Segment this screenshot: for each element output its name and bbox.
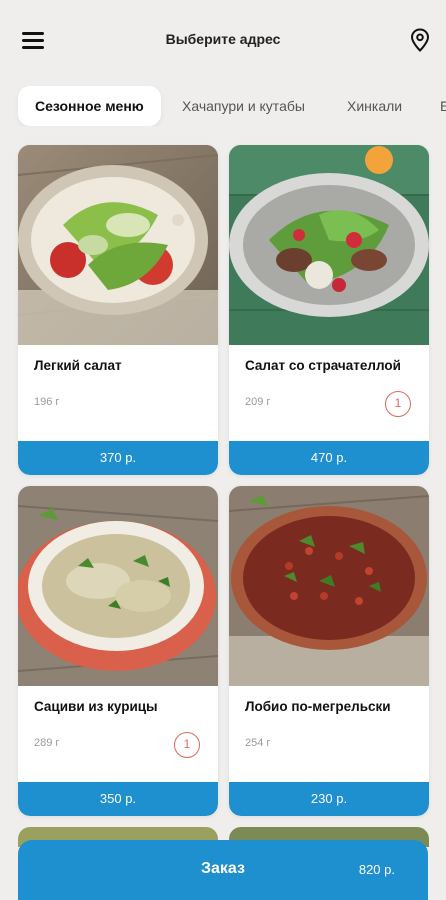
product-weight: 254 г — [245, 737, 271, 749]
product-image — [18, 486, 218, 686]
cart-quantity-badge[interactable]: 1 — [174, 732, 200, 758]
product-title: Салат со страчателлой — [245, 358, 401, 373]
tab-khachapuri[interactable]: Хачапури и кутабы — [182, 86, 305, 126]
product-title: Лобио по-мегрельски — [245, 699, 391, 714]
order-total: 820 р. — [358, 862, 395, 877]
product-image — [229, 486, 429, 686]
product-title: Легкий салат — [34, 358, 122, 373]
product-price-button[interactable]: 350 р. — [18, 782, 218, 816]
product-card-chicken-satsivi[interactable]: Сациви из курицы 289 г 1 350 р. — [18, 486, 218, 816]
cart-quantity-badge[interactable]: 1 — [385, 391, 411, 417]
product-image — [18, 145, 218, 345]
product-image — [229, 145, 429, 345]
address-selector[interactable]: Выберите адрес — [0, 31, 446, 47]
product-price-button[interactable]: 370 р. — [18, 441, 218, 475]
product-price-button[interactable]: 230 р. — [229, 782, 429, 816]
tab-khinkali[interactable]: Хинкали — [347, 86, 402, 126]
map-pin-icon[interactable] — [410, 28, 430, 52]
app-header: Выберите адрес — [0, 0, 446, 80]
product-weight: 209 г — [245, 396, 271, 408]
product-card-lobio[interactable]: Лобио по-мегрельски 254 г 230 р. — [229, 486, 429, 816]
product-weight: 289 г — [34, 737, 60, 749]
product-card-light-salad[interactable]: Легкий салат 196 г 370 р. — [18, 145, 218, 475]
tab-next-category[interactable]: Б — [440, 86, 446, 126]
tab-seasonal-menu[interactable]: Сезонное меню — [18, 86, 161, 126]
category-tabs: Сезонное меню Хачапури и кутабы Хинкали … — [0, 86, 446, 126]
product-card-stracciatella-salad[interactable]: Салат со страчателлой 209 г 1 470 р. — [229, 145, 429, 475]
order-button[interactable]: Заказ 820 р. — [18, 840, 428, 900]
product-title: Сациви из курицы — [34, 699, 158, 714]
product-weight: 196 г — [34, 396, 60, 408]
product-price-button[interactable]: 470 р. — [229, 441, 429, 475]
